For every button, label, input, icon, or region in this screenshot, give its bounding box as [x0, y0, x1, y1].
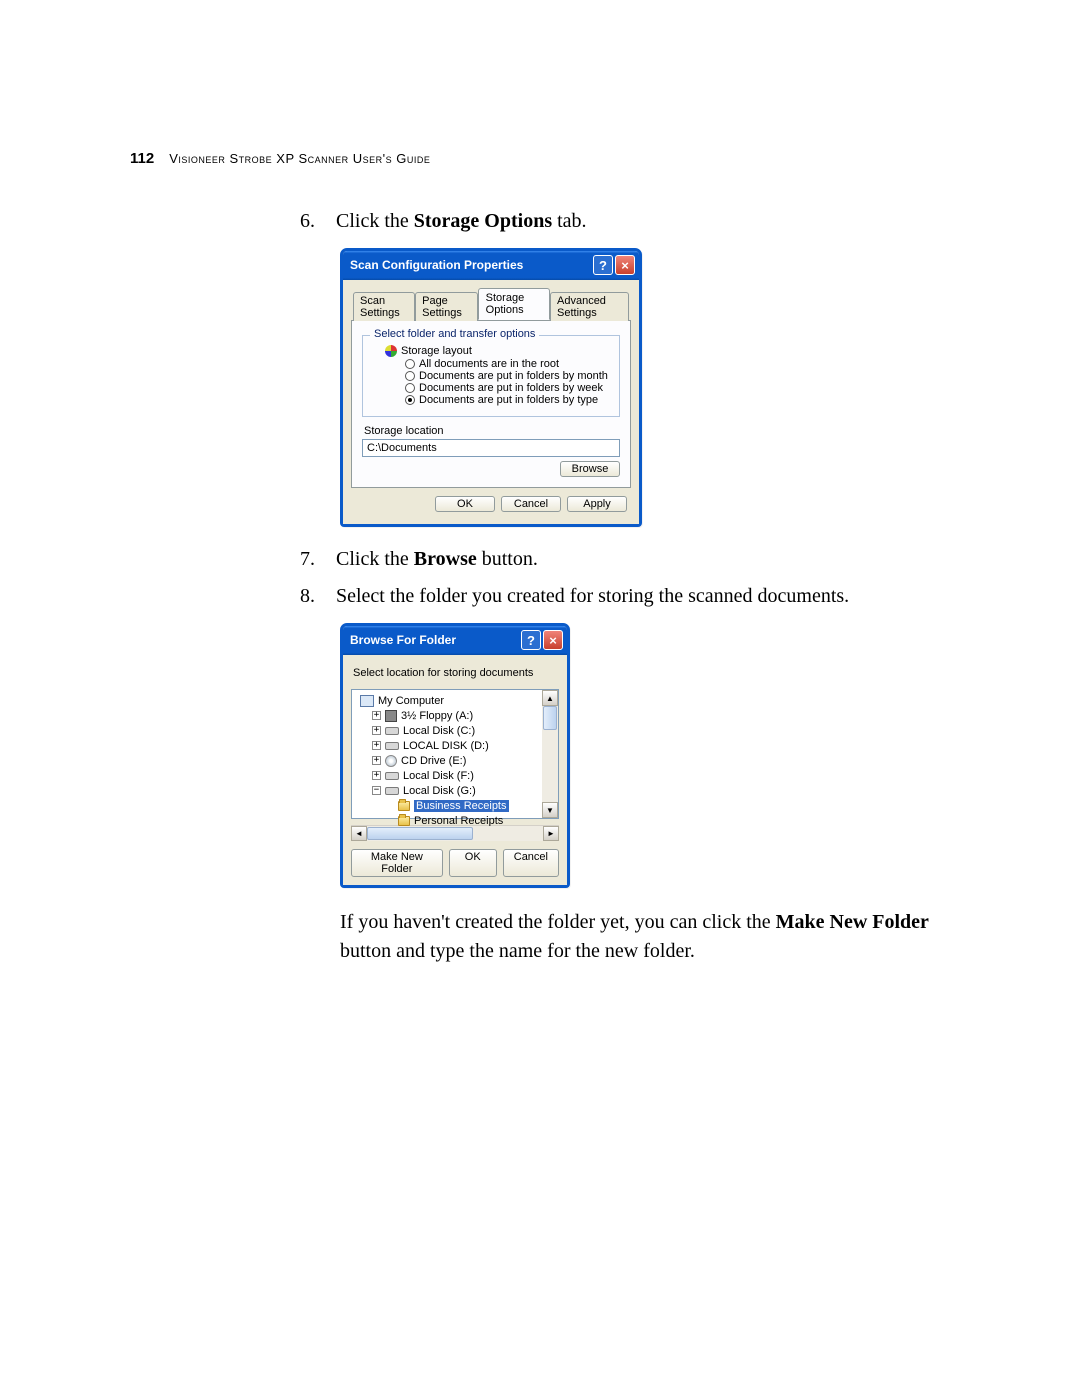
expand-icon[interactable]: +: [372, 711, 381, 720]
tree-item-disk-c[interactable]: + Local Disk (C:): [354, 723, 556, 738]
radio-month[interactable]: [405, 371, 415, 381]
tree-item-my-computer[interactable]: My Computer: [354, 693, 556, 708]
page-header: 112 Visioneer Strobe XP Scanner User's G…: [130, 150, 1020, 167]
scroll-down-icon[interactable]: ▼: [542, 802, 558, 818]
dialog-title: Browse For Folder: [350, 633, 519, 647]
step-6-text-c: tab.: [552, 210, 586, 232]
folder-tree[interactable]: My Computer + 3½ Floppy (A:) + Local Dis…: [351, 689, 559, 819]
tree-item-cd[interactable]: + CD Drive (E:): [354, 753, 556, 768]
page-title: Visioneer Strobe XP Scanner User's Guide: [169, 151, 430, 166]
collapse-icon[interactable]: −: [372, 786, 381, 795]
cd-icon: [385, 755, 397, 767]
radio-root[interactable]: [405, 359, 415, 369]
close-button[interactable]: ×: [615, 255, 635, 275]
step-7: 7. Click the Browse button.: [300, 545, 960, 574]
disk-icon: [385, 727, 399, 735]
step-6-text-bold: Storage Options: [414, 210, 552, 232]
note-text-bold: Make New Folder: [776, 911, 929, 933]
radio-type[interactable]: [405, 395, 415, 405]
scroll-up-icon[interactable]: ▲: [542, 690, 558, 706]
tab-scan-settings[interactable]: Scan Settings: [353, 292, 415, 321]
step-7-text-a: Click the: [336, 548, 414, 570]
groupbox-title: Select folder and transfer options: [370, 328, 539, 340]
tab-page-settings[interactable]: Page Settings: [415, 292, 478, 321]
tree-item-business-receipts[interactable]: Business Receipts: [354, 798, 556, 813]
help-button[interactable]: ?: [593, 255, 613, 275]
browse-prompt: Select location for storing documents: [351, 663, 559, 683]
vertical-scrollbar[interactable]: ▲ ▼: [542, 690, 558, 818]
storage-location-label: Storage location: [364, 425, 620, 437]
expand-icon[interactable]: +: [372, 741, 381, 750]
disk-icon: [385, 742, 399, 750]
ok-button[interactable]: OK: [449, 849, 497, 877]
tab-storage-options[interactable]: Storage Options: [478, 288, 550, 320]
storage-layout-label: Storage layout: [401, 345, 472, 357]
note-text-c: button and type the name for the new fol…: [340, 940, 695, 962]
radio-type-label: Documents are put in folders by type: [419, 394, 598, 406]
cancel-button[interactable]: Cancel: [501, 496, 561, 512]
make-new-folder-button[interactable]: Make New Folder: [351, 849, 443, 877]
ok-button[interactable]: OK: [435, 496, 495, 512]
step-6: 6. Click the Storage Options tab.: [300, 207, 960, 236]
folder-icon: [398, 801, 410, 811]
dialog-titlebar: Browse For Folder ? ×: [343, 626, 567, 655]
disk-icon: [385, 772, 399, 780]
step-number: 6.: [300, 207, 336, 236]
radio-week-label: Documents are put in folders by week: [419, 382, 603, 394]
tab-advanced-settings[interactable]: Advanced Settings: [550, 292, 629, 321]
dialog-title: Scan Configuration Properties: [350, 258, 591, 272]
tree-item-disk-g[interactable]: − Local Disk (G:): [354, 783, 556, 798]
step-8-text: Select the folder you created for storin…: [336, 582, 960, 611]
folder-icon: [398, 816, 410, 826]
dialog-titlebar: Scan Configuration Properties ? ×: [343, 251, 639, 280]
radio-week[interactable]: [405, 383, 415, 393]
radio-root-label: All documents are in the root: [419, 358, 559, 370]
close-button[interactable]: ×: [543, 630, 563, 650]
scroll-thumb[interactable]: [543, 706, 557, 730]
tree-item-selected-label: Business Receipts: [414, 800, 509, 812]
step-8: 8. Select the folder you created for sto…: [300, 582, 960, 611]
page-number: 112: [130, 150, 154, 167]
browse-button[interactable]: Browse: [560, 461, 620, 477]
scroll-thumb[interactable]: [367, 827, 473, 840]
expand-icon[interactable]: +: [372, 756, 381, 765]
apply-button[interactable]: Apply: [567, 496, 627, 512]
computer-icon: [360, 695, 374, 707]
storage-layout-icon: [385, 345, 397, 357]
floppy-icon: [385, 710, 397, 722]
scan-config-dialog: Scan Configuration Properties ? × Scan S…: [340, 248, 642, 527]
radio-month-label: Documents are put in folders by month: [419, 370, 608, 382]
storage-location-input[interactable]: C:\Documents: [362, 439, 620, 457]
expand-icon[interactable]: +: [372, 771, 381, 780]
help-button[interactable]: ?: [521, 630, 541, 650]
step-number: 8.: [300, 582, 336, 611]
note-paragraph: If you haven't created the folder yet, y…: [340, 908, 960, 966]
step-6-text-a: Click the: [336, 210, 414, 232]
note-text-a: If you haven't created the folder yet, y…: [340, 911, 776, 933]
step-7-text-c: button.: [477, 548, 538, 570]
tree-item-floppy[interactable]: + 3½ Floppy (A:): [354, 708, 556, 723]
step-7-text-bold: Browse: [414, 548, 477, 570]
horizontal-scrollbar[interactable]: ◄ ►: [351, 825, 559, 841]
tree-item-disk-d[interactable]: + LOCAL DISK (D:): [354, 738, 556, 753]
tree-item-disk-f[interactable]: + Local Disk (F:): [354, 768, 556, 783]
disk-icon: [385, 787, 399, 795]
step-number: 7.: [300, 545, 336, 574]
expand-icon[interactable]: +: [372, 726, 381, 735]
cancel-button[interactable]: Cancel: [503, 849, 559, 877]
browse-folder-dialog: Browse For Folder ? × Select location fo…: [340, 623, 570, 888]
